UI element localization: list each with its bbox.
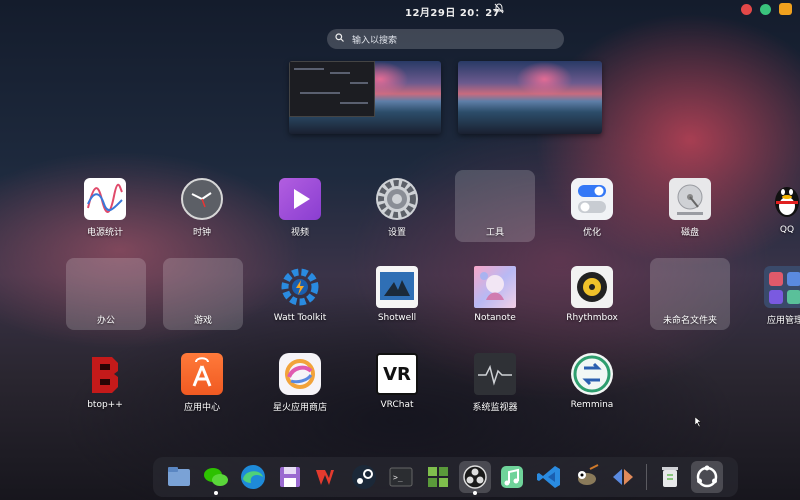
search-placeholder: 输入以搜索 [352, 35, 398, 46]
watt-toolkit-icon [279, 266, 321, 308]
edge-icon[interactable] [237, 461, 269, 493]
gear-icon [376, 178, 418, 220]
app-watt-toolkit[interactable]: Watt Toolkit [260, 260, 340, 332]
app-label: 时钟 [192, 228, 211, 238]
green-chat-icon[interactable] [760, 3, 771, 15]
app-label: 电源统计 [86, 228, 123, 238]
system-tray [741, 3, 792, 15]
app-label: VRChat [380, 400, 414, 410]
app-power-stats[interactable]: 电源统计 [65, 172, 145, 244]
app-rhythmbox[interactable]: Rhythmbox [552, 260, 632, 332]
app-clock[interactable]: 时钟 [162, 172, 242, 244]
app-label: 视频 [290, 228, 309, 238]
code-compare-icon[interactable] [607, 461, 639, 493]
app-label: QQ [779, 225, 795, 235]
app-label: 未命名文件夹 [662, 316, 717, 326]
app-video[interactable]: 视频 [260, 172, 340, 244]
spark-store-icon [279, 353, 321, 395]
running-indicator [214, 491, 218, 495]
app-settings[interactable]: 设置 [357, 172, 437, 244]
clock-icon [181, 178, 223, 220]
app-label: 星火应用商店 [272, 403, 327, 413]
dock-separator [646, 464, 647, 490]
app-spark-store[interactable]: 星火应用商店 [260, 347, 340, 419]
qq-penguin-icon [766, 178, 800, 220]
app-label: 工具 [485, 228, 504, 238]
remmina-icon [571, 353, 613, 395]
app-label: 游戏 [193, 316, 212, 326]
bell-off-icon[interactable] [493, 3, 505, 17]
folder-tools[interactable]: 工具 [455, 170, 535, 252]
power-stats-icon [84, 178, 126, 220]
app-grid-icon[interactable] [691, 461, 723, 493]
app-center-bag-icon [181, 353, 223, 395]
vr-icon-text: VR [383, 363, 411, 385]
search-icon [335, 33, 344, 45]
app-label: 系统监视器 [472, 403, 518, 413]
orange-app-icon[interactable] [779, 3, 792, 15]
video-icon [279, 178, 321, 220]
app-remmina[interactable]: Remmina [552, 347, 632, 419]
app-system-monitor[interactable]: 系统监视器 [455, 347, 535, 419]
window-thumbnail[interactable] [289, 61, 375, 117]
floppy-icon[interactable] [274, 461, 306, 493]
app-notanote[interactable]: Notanote [455, 260, 535, 332]
vrchat-icon: VR [376, 353, 418, 395]
app-disks[interactable]: 磁盘 [650, 172, 730, 244]
app-btop[interactable]: btop++ [65, 347, 145, 419]
app-manager-icon [764, 266, 800, 308]
mouse-cursor-icon [694, 416, 703, 430]
red-status-icon[interactable] [741, 3, 752, 15]
music-icon[interactable] [496, 461, 528, 493]
toggle-icon [571, 178, 613, 220]
workspace-thumbnail-1[interactable] [289, 61, 441, 134]
system-monitor-icon [474, 353, 516, 395]
dock: >_ [153, 457, 738, 497]
btop-icon [84, 353, 126, 395]
app-qq[interactable]: QQ [747, 172, 800, 244]
files-icon[interactable] [163, 461, 195, 493]
app-manager-folder[interactable]: 应用管理 [745, 260, 800, 332]
app-center[interactable]: 应用中心 [162, 347, 242, 419]
app-label: Watt Toolkit [273, 313, 327, 323]
rhythmbox-speaker-icon [571, 266, 613, 308]
app-optimize[interactable]: 优化 [552, 172, 632, 244]
wps-icon[interactable] [311, 461, 343, 493]
shotwell-icon [376, 266, 418, 308]
app-label: Remmina [570, 400, 614, 410]
folder-office[interactable]: 办公 [66, 258, 146, 340]
app-label: 办公 [96, 316, 115, 326]
folder-unnamed[interactable]: 未命名文件夹 [650, 258, 730, 340]
terminal-prompt: >_ [393, 473, 403, 482]
extensions-icon[interactable] [422, 461, 454, 493]
steam-icon[interactable] [348, 461, 380, 493]
app-label: Notanote [474, 313, 516, 323]
app-vrchat[interactable]: VR VRChat [357, 347, 437, 419]
app-label: 磁盘 [680, 228, 699, 238]
disk-icon [669, 178, 711, 220]
app-label: btop++ [87, 400, 123, 410]
search-input[interactable]: 输入以搜索 [327, 29, 564, 49]
app-label: 优化 [582, 228, 601, 238]
folder-games[interactable]: 游戏 [163, 258, 243, 340]
obs-icon[interactable] [459, 461, 491, 495]
app-label: Rhythmbox [566, 313, 618, 323]
running-indicator [473, 491, 477, 495]
terminal-icon[interactable]: >_ [385, 461, 417, 493]
workspace-thumbnail-2[interactable] [458, 61, 602, 134]
app-label: 应用中心 [183, 403, 220, 413]
vscode-icon[interactable] [533, 461, 565, 493]
app-label: 应用管理 [766, 316, 800, 326]
notanote-icon [474, 266, 516, 308]
datetime-clock[interactable]: 12月29日 20：27 [405, 4, 500, 19]
trash-icon[interactable] [654, 461, 686, 493]
app-label: 设置 [387, 228, 406, 238]
app-label: Shotwell [377, 313, 417, 323]
app-shotwell[interactable]: Shotwell [357, 260, 437, 332]
wechat-icon[interactable] [200, 461, 232, 495]
top-bar: 12月29日 20：27 [0, 0, 800, 20]
gimp-icon[interactable] [570, 461, 602, 493]
